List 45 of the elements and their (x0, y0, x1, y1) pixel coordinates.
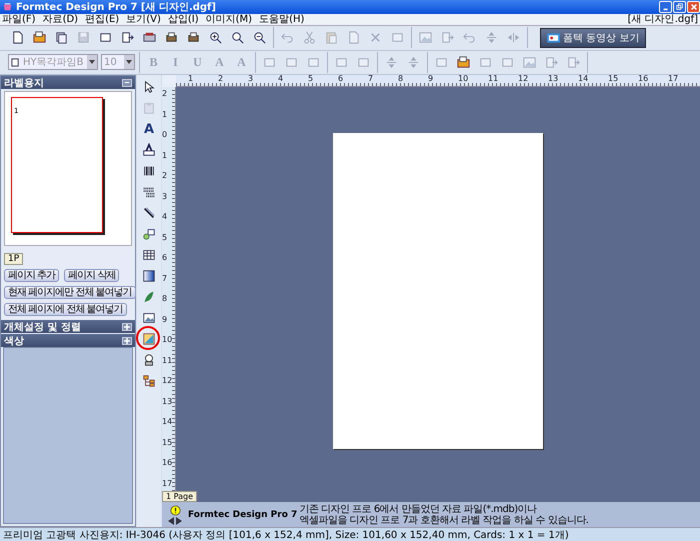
panel-button[interactable]: 페이지 추가 (4, 269, 60, 282)
section-header[interactable]: 개체설정 및 정렬 (1, 320, 135, 333)
product-name: Formtec Design Pro 7 (188, 510, 298, 520)
close-button[interactable] (687, 1, 700, 13)
minimize-button[interactable] (659, 1, 672, 13)
video-button[interactable]: 폼텍 동영상 보기 (540, 28, 646, 48)
dropdown-icon (87, 55, 97, 70)
photo-icon[interactable] (139, 329, 159, 349)
panel-button[interactable]: 페이지 삭제 (64, 269, 120, 282)
expand-icon (122, 336, 132, 344)
panel-title: 라벨용지 (4, 76, 44, 90)
app-logo-icon (2, 2, 13, 12)
menu-item[interactable]: 파일(F) (2, 14, 36, 25)
window-title: Formtec Design Pro 7 [새 디자인.dgf] (16, 1, 216, 14)
restore-button[interactable] (673, 1, 686, 13)
minus-icon (124, 80, 130, 85)
menu-item[interactable]: 자료(D) (42, 14, 78, 25)
panel-button[interactable]: 현재 페이지에만 전체 붙여넣기 (4, 286, 136, 299)
section-header[interactable]: 색상 (1, 334, 135, 347)
text-tool[interactable]: A (139, 119, 159, 139)
panel-button[interactable]: 전체 페이지에 전체 붙여넣기 (4, 303, 127, 316)
message-text: 기존 디자인 프로 6에서 만들었던 자료 파일(*.mdb)이나 (299, 504, 538, 514)
vertical-ruler: 2 1 0 1 2 3 4 5 6 7 8 9 10 11 12 13 14 15 16 17 (162, 87, 176, 491)
page-tab[interactable]: 1P (4, 253, 24, 265)
horizontal-ruler: 1 2 3 4 5 6 7 8 9 10 11 12 13 14 15 16 17 (176, 75, 700, 87)
document-name: [새 디자인.dgf] (628, 14, 698, 25)
font-icon (11, 58, 20, 67)
warning-icon (170, 504, 180, 516)
restore-icon (676, 3, 684, 11)
previous-icon[interactable] (168, 516, 174, 524)
message-text: 엑셀파일을 디자인 프로 7과 호환해서 라벨 작업을 하실 수 있습니다. (299, 514, 588, 526)
status-text: 프리미엄 고광택 사진용지: IH-3046 (사용자 정의 [101,6 x 152,4 mm], Size: 101,60 x 152,40 mm, Cards: 1 x 1 = 1개) (3, 528, 569, 541)
collapse-button[interactable] (122, 78, 132, 86)
close-icon (690, 3, 698, 11)
expand-icon (122, 322, 132, 330)
video-icon (547, 32, 560, 43)
menu-item[interactable]: 이미지(M) (206, 14, 252, 25)
menu-item[interactable]: 삽입(I) (168, 14, 199, 25)
menu-item[interactable]: 도움말(H) (259, 14, 304, 25)
dropdown-icon (124, 55, 134, 70)
menu-item[interactable]: 보기(V) (126, 14, 161, 25)
menu-item[interactable]: 편집(E) (85, 14, 120, 25)
highlight-circle (136, 326, 160, 350)
next-icon[interactable] (176, 516, 182, 524)
page-tab[interactable]: 1 Page (162, 491, 197, 502)
